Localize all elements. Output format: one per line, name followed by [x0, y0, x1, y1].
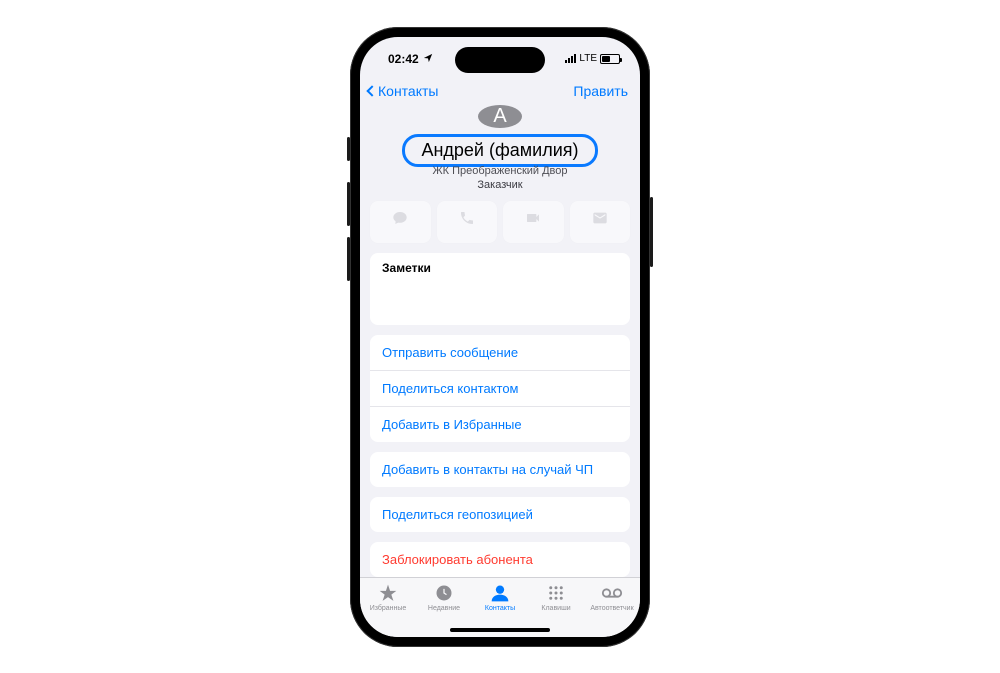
home-indicator[interactable]	[450, 628, 550, 632]
actions-group-2: Добавить в контакты на случай ЧП	[370, 452, 630, 487]
actions-group-3: Поделиться геопозицией	[370, 497, 630, 532]
contact-icon	[489, 582, 511, 604]
battery-icon	[600, 54, 620, 64]
side-button	[347, 182, 350, 226]
clock-time: 02:42	[388, 52, 419, 66]
keypad-icon	[545, 582, 567, 604]
side-button	[347, 137, 350, 161]
mail-button[interactable]	[570, 201, 631, 243]
video-icon	[525, 210, 541, 231]
contact-name-highlight[interactable]: Андрей (фамилия)	[402, 134, 597, 167]
contact-job: Заказчик	[360, 179, 640, 191]
side-button	[347, 237, 350, 281]
share-contact-row[interactable]: Поделиться контактом	[370, 371, 630, 407]
avatar: А	[478, 105, 522, 128]
actions-group-1: Отправить сообщение Поделиться контактом…	[370, 335, 630, 442]
tab-label: Контакты	[485, 605, 515, 612]
share-location-row[interactable]: Поделиться геопозицией	[370, 497, 630, 532]
nav-bar: Контакты Править	[360, 81, 640, 105]
tab-label: Недавние	[428, 605, 460, 612]
actions-group-4: Заблокировать абонента	[370, 542, 630, 577]
tab-contacts[interactable]: Контакты	[473, 582, 527, 612]
block-caller-row[interactable]: Заблокировать абонента	[370, 542, 630, 577]
call-button[interactable]	[437, 201, 498, 243]
tab-voicemail[interactable]: Автоответчик	[585, 582, 639, 612]
tab-label: Автоответчик	[590, 605, 633, 612]
tab-favorites[interactable]: Избранные	[361, 582, 415, 612]
back-button[interactable]: Контакты	[368, 83, 438, 99]
notes-label: Заметки	[382, 261, 431, 275]
voicemail-icon	[601, 582, 623, 604]
content: А Андрей (фамилия) ЖК Преображенский Дво…	[360, 105, 640, 577]
message-button[interactable]	[370, 201, 431, 243]
star-icon	[377, 582, 399, 604]
contact-company: ЖК Преображенский Двор	[360, 165, 640, 177]
video-button[interactable]	[503, 201, 564, 243]
network-label: LTE	[579, 53, 597, 64]
tab-label: Клавиши	[541, 605, 570, 612]
message-icon	[392, 210, 408, 231]
mail-icon	[592, 210, 608, 231]
quick-actions	[360, 201, 640, 253]
phone-icon	[459, 210, 475, 231]
dynamic-island	[455, 47, 545, 73]
clock-icon	[433, 582, 455, 604]
signal-icon	[565, 54, 576, 63]
notes-section[interactable]: Заметки	[370, 253, 630, 325]
chevron-left-icon	[366, 85, 377, 96]
edit-button[interactable]: Править	[573, 83, 628, 99]
status-indicators: LTE	[565, 53, 620, 64]
send-message-row[interactable]: Отправить сообщение	[370, 335, 630, 371]
emergency-contact-row[interactable]: Добавить в контакты на случай ЧП	[370, 452, 630, 487]
side-button	[650, 197, 653, 267]
status-time: 02:42	[388, 52, 433, 66]
add-favorites-row[interactable]: Добавить в Избранные	[370, 407, 630, 442]
screen: 02:42 LTE Контакты Править А Андрей (фам…	[360, 37, 640, 637]
phone-frame: 02:42 LTE Контакты Править А Андрей (фам…	[350, 27, 650, 647]
tab-label: Избранные	[370, 605, 407, 612]
tab-recents[interactable]: Недавние	[417, 582, 471, 612]
back-label: Контакты	[378, 83, 438, 99]
tab-bar: Избранные Недавние Контакты Клавиши Авто…	[360, 577, 640, 637]
location-arrow-icon	[423, 52, 433, 66]
tab-keypad[interactable]: Клавиши	[529, 582, 583, 612]
